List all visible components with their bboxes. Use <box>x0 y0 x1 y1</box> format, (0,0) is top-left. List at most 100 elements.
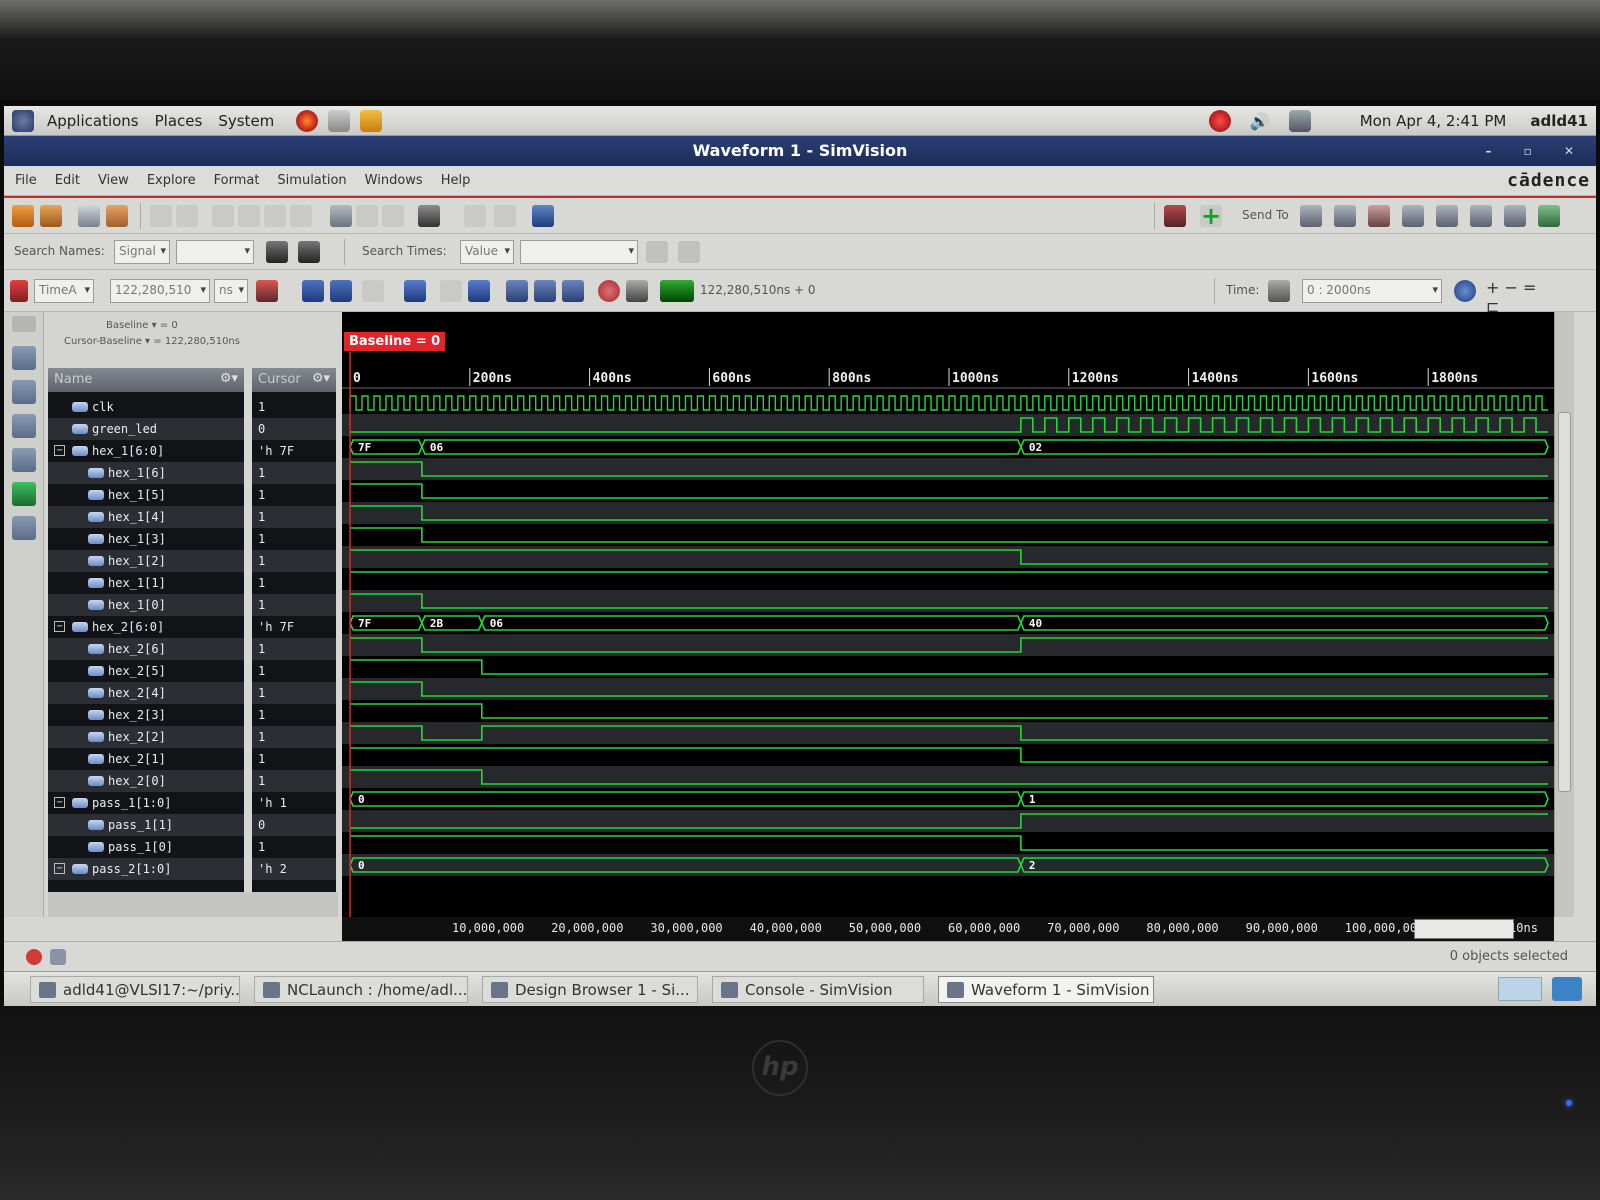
zoom-out-icon[interactable] <box>494 205 516 227</box>
signal-value-row[interactable]: 1 <box>252 660 336 682</box>
send-list-icon[interactable] <box>1538 205 1560 227</box>
signal-row[interactable]: hex_2[3] <box>48 704 244 726</box>
breakpoint-icon[interactable] <box>626 280 648 302</box>
send-table-icon[interactable] <box>1504 205 1526 227</box>
scrollbar-thumb[interactable] <box>1558 412 1571 792</box>
side-source-icon[interactable] <box>12 448 36 472</box>
send-source-icon[interactable] <box>1368 205 1390 227</box>
save-status-icon[interactable] <box>50 949 66 965</box>
waveform-vertical-scrollbar[interactable] <box>1554 312 1574 917</box>
next-edge-icon[interactable] <box>330 280 352 302</box>
prev-edge-icon[interactable] <box>302 280 324 302</box>
cursor-flag-icon[interactable] <box>10 280 28 302</box>
side-wave-icon[interactable] <box>12 516 36 540</box>
signal-row[interactable]: hex_1[4] <box>48 506 244 528</box>
signal-row[interactable]: pass_1[0] <box>48 836 244 858</box>
signal-row[interactable]: hex_2[6] <box>48 638 244 660</box>
search-names-input[interactable] <box>176 240 254 264</box>
menu-view[interactable]: View <box>89 173 138 188</box>
send-to-target-icon[interactable] <box>1164 205 1186 227</box>
zoom-in-out-icon[interactable]: + − = ⊏ <box>1486 278 1552 316</box>
workspace-switcher[interactable] <box>1498 977 1542 1001</box>
side-signals-icon[interactable] <box>12 414 36 438</box>
trash-icon[interactable] <box>1552 977 1582 1001</box>
delete-icon[interactable] <box>290 205 312 227</box>
signal-row[interactable]: hex_2[5] <box>48 660 244 682</box>
panel-user[interactable]: adld41 <box>1530 112 1588 130</box>
signal-value-row[interactable]: 1 <box>252 396 336 418</box>
cut-icon[interactable] <box>212 205 234 227</box>
time-overview-bar[interactable]: 10,000,000 20,000,000 30,000,000 40,000,000… <box>342 917 1554 941</box>
signal-row[interactable]: pass_1[1] <box>48 814 244 836</box>
signal-row[interactable]: hex_2[1] <box>48 748 244 770</box>
name-list-scrollbar[interactable] <box>48 892 338 917</box>
menu-format[interactable]: Format <box>205 173 269 188</box>
stop-icon[interactable] <box>598 280 620 302</box>
side-close-icon[interactable] <box>12 316 36 332</box>
search-names-next-icon[interactable] <box>266 241 288 263</box>
search-times-mode-select[interactable]: Value <box>460 240 514 264</box>
signal-value-row[interactable]: 1 <box>252 638 336 660</box>
signal-value-row[interactable]: 1 <box>252 506 336 528</box>
cursor-unit-select[interactable]: ns <box>214 279 248 303</box>
taskbar-task[interactable]: NCLaunch : /home/adl... <box>254 976 468 1003</box>
expand-icon[interactable] <box>356 205 378 227</box>
panel-clock[interactable]: Mon Apr 4, 2:41 PM <box>1360 112 1507 130</box>
volume-icon[interactable]: 🔊 <box>1250 112 1270 131</box>
baseline-info[interactable]: Baseline ▾ = 0 <box>106 320 178 331</box>
collapse-icon[interactable] <box>382 205 404 227</box>
notes-icon[interactable] <box>360 109 383 132</box>
zoom-box-icon[interactable] <box>464 205 486 227</box>
search-times-next-icon[interactable] <box>646 241 668 263</box>
name-column-header[interactable]: Name ⚙▾ <box>48 368 244 392</box>
send-waveform-icon[interactable] <box>1334 205 1356 227</box>
firefox-icon[interactable] <box>296 109 319 132</box>
baseline-marker[interactable]: Baseline = 0 <box>344 332 446 351</box>
open-database-icon[interactable] <box>12 205 34 227</box>
display-icon[interactable] <box>532 205 554 227</box>
time-range-input[interactable]: 0 : 2000ns <box>1302 279 1442 303</box>
signal-value-row[interactable]: 0 <box>252 814 336 836</box>
signal-row[interactable]: hex_2[4] <box>48 682 244 704</box>
signal-value-row[interactable]: 'h 1 <box>252 792 336 814</box>
signal-value-row[interactable]: 1 <box>252 704 336 726</box>
signal-row[interactable]: − pass_1[1:0] <box>48 792 244 814</box>
step-over-icon[interactable] <box>534 280 556 302</box>
taskbar-task[interactable]: Waveform 1 - SimVision <box>938 976 1154 1003</box>
menu-edit[interactable]: Edit <box>46 173 89 188</box>
send-memory-icon[interactable] <box>1470 205 1492 227</box>
add-plus-icon[interactable]: + <box>1200 204 1222 228</box>
signal-value-row[interactable]: 1 <box>252 770 336 792</box>
signal-row[interactable]: − hex_2[6:0] <box>48 616 244 638</box>
cursor-column-header[interactable]: Cursor ⚙▾ <box>252 368 336 392</box>
step-icon[interactable] <box>506 280 528 302</box>
taskbar-task[interactable]: Console - SimVision <box>712 976 924 1003</box>
time-range-icon[interactable] <box>1268 280 1290 302</box>
signal-value-row[interactable]: 0 <box>252 418 336 440</box>
send-browser-icon[interactable] <box>1300 205 1322 227</box>
redo-icon[interactable] <box>176 205 198 227</box>
side-marker-icon[interactable] <box>12 482 36 506</box>
signal-row[interactable]: − hex_1[6:0] <box>48 440 244 462</box>
menu-simulation[interactable]: Simulation <box>268 173 355 188</box>
search-times-input[interactable] <box>520 240 638 264</box>
gnome-foot-icon[interactable] <box>12 109 34 132</box>
copy-icon[interactable] <box>238 205 260 227</box>
send-schematic-icon[interactable] <box>1402 205 1424 227</box>
gear-icon[interactable]: ⚙▾ <box>220 371 238 386</box>
signal-row[interactable]: hex_2[0] <box>48 770 244 792</box>
stop-status-icon[interactable] <box>26 949 42 965</box>
signal-value-row[interactable]: 1 <box>252 462 336 484</box>
signal-row[interactable]: hex_1[2] <box>48 550 244 572</box>
undo-icon[interactable] <box>150 205 172 227</box>
print-icon[interactable] <box>78 205 100 227</box>
signal-value-row[interactable]: 1 <box>252 726 336 748</box>
tree-expand-icon[interactable]: − <box>54 797 65 808</box>
signal-row[interactable]: hex_1[5] <box>48 484 244 506</box>
taskbar-task[interactable]: Design Browser 1 - Si... <box>482 976 698 1003</box>
menu-applications[interactable]: Applications <box>39 112 147 130</box>
waveform-pane[interactable]: 0 200ns 400ns 600ns 800ns 1000ns 1200ns 1400ns 1… <box>342 312 1554 917</box>
mail-icon[interactable] <box>328 109 351 132</box>
signal-value-row[interactable]: 1 <box>252 528 336 550</box>
cursor-baseline-info[interactable]: Cursor-Baseline ▾ = 122,280,510ns <box>64 336 240 347</box>
